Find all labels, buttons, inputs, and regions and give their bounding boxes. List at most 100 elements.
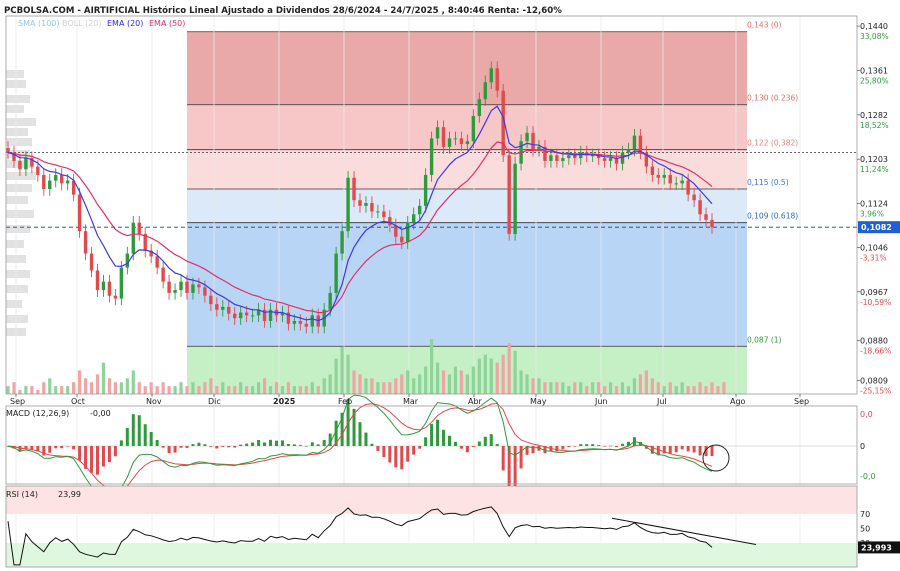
macd-histogram-bar [239, 444, 243, 446]
y-pct-label: 25,80% [860, 76, 889, 85]
macd-histogram-bar [90, 446, 94, 473]
macd-histogram-bar [591, 444, 595, 446]
volume-bar [280, 386, 285, 394]
macd-value: -0,00 [90, 409, 111, 418]
volume-bar [131, 370, 135, 394]
candle-body [95, 270, 100, 291]
volume-profile-bar [6, 240, 24, 248]
y-tick-label: 0,1124 [860, 200, 888, 209]
volume-bar [656, 382, 660, 394]
candle-body [36, 166, 40, 175]
volume-profile-bar [6, 138, 32, 146]
volume-bar [579, 382, 583, 394]
volume-bar [567, 386, 571, 394]
candle-body [495, 68, 499, 91]
volume-bar [292, 386, 296, 394]
volume-bar [626, 386, 631, 394]
candle-body [358, 200, 362, 206]
legend-boll: BOLL (20) [62, 19, 102, 28]
volume-profile-bar [6, 95, 30, 103]
volume-profile-bar [6, 128, 28, 136]
volume-profile-bar [6, 270, 30, 278]
volume-bar [251, 386, 255, 394]
volume-bar [167, 386, 171, 394]
x-tick-label: Sep [10, 397, 25, 406]
volume-bar [722, 382, 726, 394]
candle-body [197, 284, 201, 288]
volume-bar [77, 370, 82, 394]
fib-label: 0,130 (0.236) [747, 94, 798, 103]
macd-histogram-bar [358, 422, 362, 446]
volume-profile-bar [6, 285, 28, 293]
candle-body [298, 320, 303, 324]
candle-body [662, 174, 666, 178]
volume-bar [24, 386, 28, 394]
volume-bar [597, 382, 601, 394]
legend-ema50: EMA (50) [149, 19, 185, 28]
macd-histogram-bar [78, 446, 82, 461]
volume-bar [239, 382, 243, 394]
volume-bar [262, 378, 267, 394]
macd-histogram-bar [191, 444, 195, 446]
volume-bar [364, 378, 368, 394]
macd-histogram-bar [131, 414, 135, 446]
legend-ema20: EMA (20) [107, 19, 143, 28]
volume-bar [221, 382, 225, 394]
candle-body [668, 174, 672, 184]
candle-body [227, 306, 231, 314]
volume-bar [555, 382, 559, 394]
volume-bar [89, 382, 94, 394]
volume-bar [72, 382, 76, 394]
volume-bar [608, 382, 613, 394]
volume-bar [459, 370, 464, 394]
y-tick-label: 0,1046 [860, 243, 888, 252]
y-tick-label: 0,1440 [860, 22, 888, 31]
volume-bar [310, 382, 314, 394]
macd-histogram-bar [459, 446, 463, 449]
volume-profile-bar [6, 225, 30, 233]
candle-body [83, 231, 88, 254]
macd-histogram-bar [263, 442, 267, 446]
volume-bar [543, 382, 547, 394]
volume-bar [60, 386, 64, 394]
x-tick-label: Jun [594, 397, 608, 406]
macd-histogram-bar [280, 440, 284, 446]
volume-bar [119, 382, 123, 394]
macd-histogram-bar [698, 446, 702, 456]
macd-y-tick: 0 [860, 442, 865, 451]
volume-profile-bar [6, 118, 36, 126]
rsi-last-label: 23,993 [861, 543, 892, 552]
candle-body [6, 147, 10, 153]
candle-body [382, 211, 386, 218]
volume-bar [125, 378, 129, 394]
volume-bar [477, 358, 481, 394]
macd-histogram-bar [477, 441, 481, 446]
candle-body [471, 115, 476, 142]
volume-bar [525, 374, 529, 394]
volume-bar [424, 366, 428, 394]
macd-histogram-bar [107, 446, 111, 463]
volume-bar [531, 378, 535, 394]
volume-bar [692, 386, 696, 394]
y-tick-label: 0,0809 [860, 377, 888, 386]
macd-histogram-bar [54, 446, 58, 449]
y-pct-label: 18,52% [860, 121, 889, 130]
macd-histogram-bar [155, 439, 159, 446]
volume-bar [638, 374, 643, 394]
macd-histogram-bar [48, 446, 52, 453]
volume-bar [412, 378, 416, 394]
macd-histogram-bar [501, 446, 505, 471]
candle-body [18, 160, 22, 170]
volume-bar [495, 362, 499, 394]
candle-body [388, 217, 392, 226]
volume-bar [42, 382, 46, 394]
volume-bar [465, 374, 469, 394]
macd-histogram-bar [495, 444, 499, 446]
macd-histogram-bar [465, 446, 469, 453]
candle-body [59, 174, 64, 184]
volume-bar [668, 382, 672, 394]
candle-body [632, 135, 637, 150]
y-tick-label: 0,1361 [860, 66, 888, 75]
volume-bar [561, 382, 565, 394]
macd-histogram-bar [179, 446, 183, 448]
